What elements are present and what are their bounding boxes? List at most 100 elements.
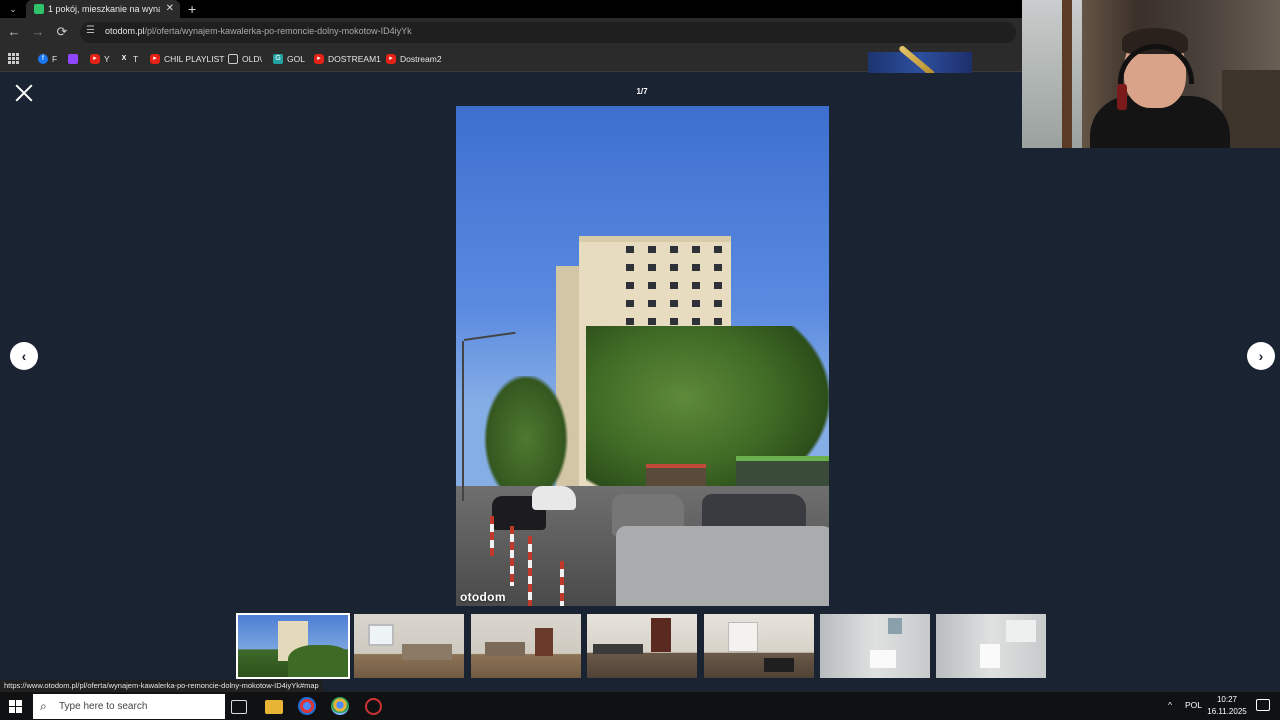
- system-clock[interactable]: 10:27 16.11.2025: [1206, 694, 1248, 718]
- tray-chevron-icon[interactable]: ^: [1168, 700, 1172, 710]
- building-window: [626, 264, 634, 271]
- bookmark-y[interactable]: ▸ Y: [90, 51, 110, 67]
- start-button[interactable]: [9, 700, 22, 713]
- otodom-watermark: otodom: [460, 590, 506, 604]
- file-explorer-icon[interactable]: [265, 700, 283, 714]
- bookmark-folder-old[interactable]: OLD\: [228, 51, 262, 67]
- next-photo-button[interactable]: ›: [1247, 342, 1275, 370]
- car-silver-foreground: [616, 526, 829, 606]
- building-window: [670, 246, 678, 253]
- building-window: [714, 282, 722, 289]
- bookmark-label: Dostream2: [400, 54, 442, 64]
- thumbnail-5[interactable]: [704, 614, 814, 678]
- thumbnail-2[interactable]: [354, 614, 464, 678]
- url-text: otodom.pl/pl/oferta/wynajem-kawalerka-po…: [105, 26, 412, 36]
- bookmark-f[interactable]: fF: [38, 51, 57, 67]
- otodom-favicon-icon: [34, 4, 44, 14]
- status-bar-url: https://www.otodom.pl/pl/oferta/wynajem-…: [0, 680, 323, 691]
- tab-search-icon[interactable]: ⌄: [4, 1, 22, 17]
- building-window: [714, 300, 722, 307]
- thumbnail-door: [535, 628, 553, 656]
- thumbnail-sink: [870, 650, 896, 668]
- bookmark-dostream2[interactable]: ▸ Dostream2: [386, 51, 442, 67]
- tab-close-icon[interactable]: ✕: [166, 2, 174, 16]
- bookmark-dostream1[interactable]: ▸ DOSTREAM1: [314, 51, 381, 67]
- building-window: [714, 264, 722, 271]
- thumbnail-counter: [593, 644, 643, 654]
- thumbnail-door: [651, 618, 671, 652]
- bookmark-twitch[interactable]: [68, 51, 78, 67]
- thumbnail-cabinet: [1006, 620, 1036, 642]
- building-window: [648, 318, 656, 325]
- thumbnail-mirror: [888, 618, 902, 634]
- bookmark-label: OLD\: [242, 54, 262, 64]
- apps-grid-icon[interactable]: [8, 53, 19, 64]
- taskbar-search-box[interactable]: ⌕ Type here to search: [33, 694, 225, 719]
- address-bar-row: ← → ⟳ ☰ otodom.pl/pl/oferta/wynajem-kawa…: [0, 18, 1022, 46]
- photo-counter: 1/7: [636, 87, 648, 96]
- bookmark-chil-playlist[interactable]: ▸ CHIL PLAYLIST: [150, 51, 224, 67]
- url-input[interactable]: ☰ otodom.pl/pl/oferta/wynajem-kawalerka-…: [80, 22, 1016, 43]
- thumbnail-1[interactable]: [236, 613, 350, 679]
- bookmark-label: CHIL PLAYLIST: [164, 54, 225, 64]
- webcam-couch: [1222, 70, 1280, 148]
- bookmark-label: F: [52, 54, 58, 64]
- bookmark-t[interactable]: XT: [119, 51, 139, 67]
- building-roof: [579, 236, 731, 242]
- task-view-icon[interactable]: [231, 700, 247, 714]
- notification-icon[interactable]: [1256, 699, 1270, 711]
- building-window: [714, 246, 722, 253]
- search-placeholder: Type here to search: [59, 701, 148, 712]
- thumbnail-4[interactable]: [587, 614, 697, 678]
- thumbnail-image: [704, 614, 814, 678]
- bollard: [510, 526, 514, 586]
- reload-button[interactable]: ⟳: [54, 24, 70, 40]
- back-button[interactable]: ←: [6, 24, 22, 40]
- thumbnail-window: [368, 624, 394, 646]
- bollard: [560, 561, 564, 606]
- url-path: /pl/oferta/wynajem-kawalerka-po-remoncie…: [144, 26, 412, 36]
- twitch-icon: [68, 54, 78, 64]
- obs-record-icon[interactable]: [365, 698, 382, 715]
- building-window: [670, 264, 678, 271]
- folder-icon: [228, 54, 238, 64]
- building-window: [692, 246, 700, 253]
- building-window: [692, 282, 700, 289]
- clock-date: 16.11.2025: [1207, 707, 1247, 716]
- chrome-icon[interactable]: [331, 697, 349, 715]
- thumbnail-6[interactable]: [820, 614, 930, 678]
- thumbnail-image: [820, 614, 930, 678]
- thumbnail-7[interactable]: [936, 614, 1046, 678]
- search-icon: ⌕: [40, 699, 47, 713]
- youtube-icon: ▸: [386, 54, 396, 64]
- youtube-icon: ▸: [150, 54, 160, 64]
- bookmark-gol[interactable]: G GOL: [273, 51, 305, 67]
- x-icon: X: [121, 55, 127, 62]
- bookmark-label: DOSTREAM1: [328, 54, 381, 64]
- bollard: [528, 536, 532, 606]
- forward-button[interactable]: →: [30, 24, 46, 40]
- building-window: [692, 318, 700, 325]
- building-window: [670, 282, 678, 289]
- webcam-window-frame: [1062, 0, 1072, 148]
- main-photo[interactable]: otodom: [456, 106, 829, 606]
- building-window: [692, 264, 700, 271]
- thumbnail-strip: [236, 613, 1048, 679]
- browser-tab-active[interactable]: 1 pokój, mieszkanie na wynajem ✕: [26, 0, 180, 18]
- car-white: [532, 486, 576, 510]
- chrome-profile-icon[interactable]: [298, 697, 316, 715]
- language-indicator[interactable]: POL: [1185, 700, 1202, 710]
- building-window: [670, 300, 678, 307]
- new-tab-button[interactable]: +: [188, 0, 196, 18]
- thumbnail-bed: [485, 642, 525, 656]
- previous-photo-button[interactable]: ‹: [10, 342, 38, 370]
- thumbnail-sofa: [402, 644, 452, 660]
- microphone-icon: [1117, 84, 1127, 110]
- thumbnail-3[interactable]: [471, 614, 581, 678]
- bookmark-label: GOL: [287, 54, 305, 64]
- close-gallery-icon[interactable]: [14, 83, 34, 103]
- photo-gallery: 1/7 ‹ › otodom: [0, 73, 1280, 690]
- clock-time: 10:27: [1216, 695, 1238, 704]
- site-info-icon[interactable]: ☰: [86, 25, 95, 36]
- tab-title: 1 pokój, mieszkanie na wynajem: [48, 4, 160, 14]
